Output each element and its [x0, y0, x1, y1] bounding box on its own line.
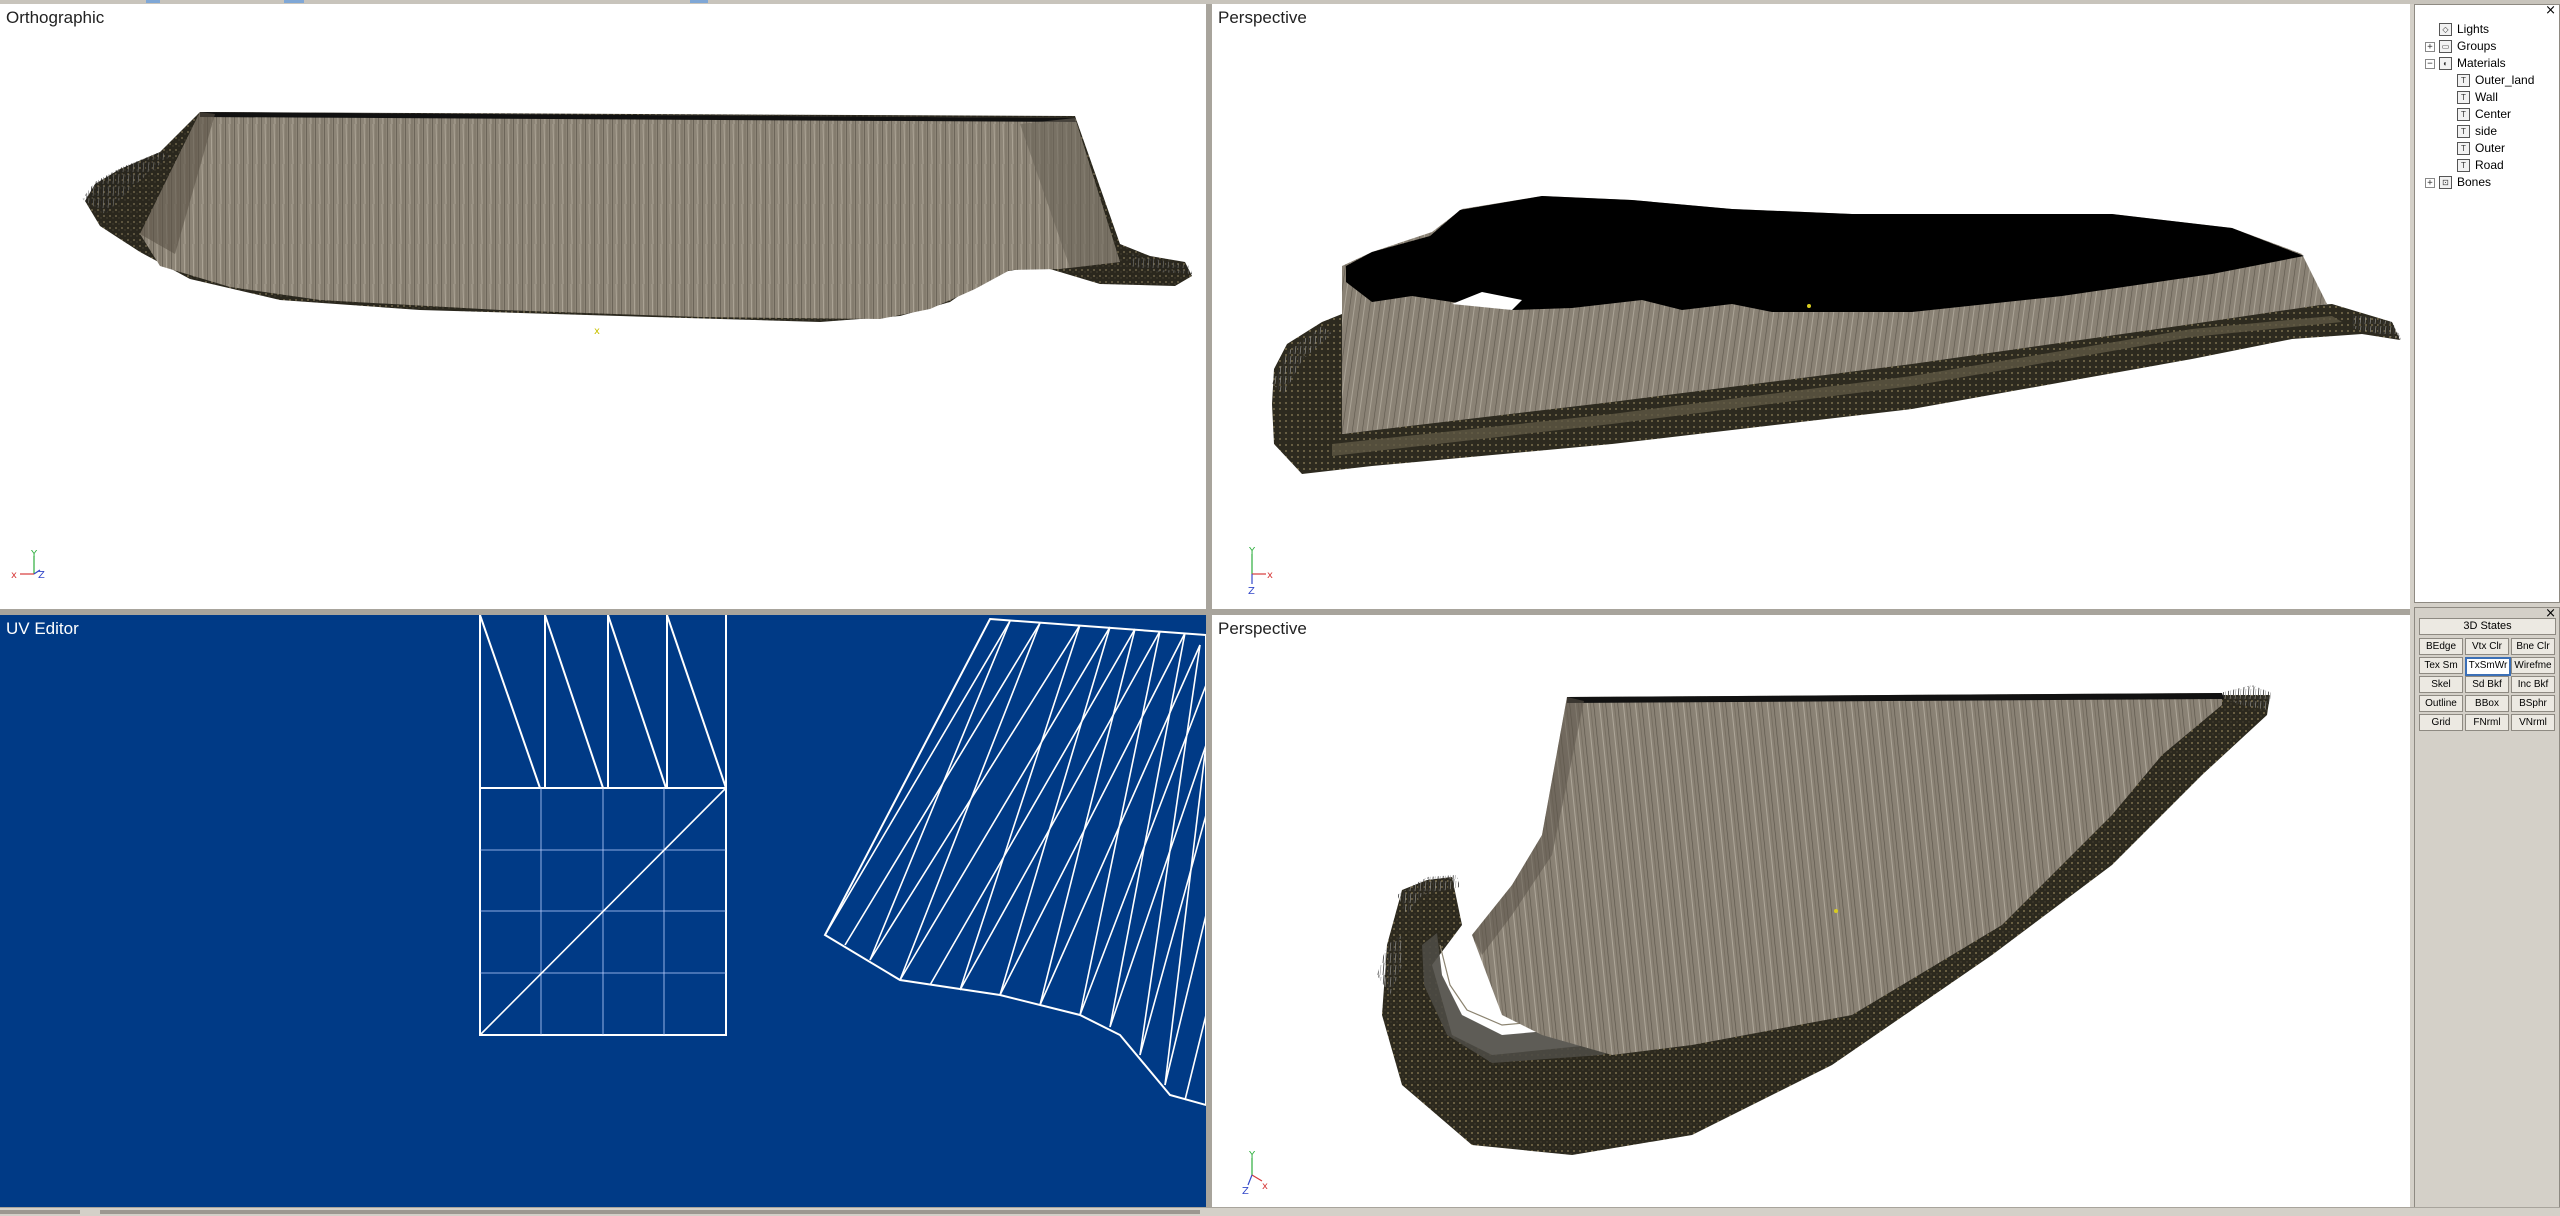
axis-gizmo: Y x Z	[1242, 1150, 1268, 1197]
texture-icon: T	[2457, 142, 2470, 155]
tree-item[interactable]: − ◐ Materials	[2415, 55, 2559, 72]
state-toggle-button[interactable]: Wirefme	[2511, 657, 2555, 674]
state-toggle-button[interactable]: Vtx Clr	[2465, 638, 2509, 655]
tree-item-label: Materials	[2457, 56, 2506, 70]
tree-item[interactable]: T Road	[2415, 157, 2559, 174]
viewport-orthographic[interactable]: Orthographic x Y x Z	[0, 4, 1206, 609]
tree-item-label: side	[2475, 124, 2498, 138]
state-toggle-button[interactable]: Tex Sm	[2419, 657, 2463, 674]
state-toggle-button[interactable]: Bne Clr	[2511, 638, 2555, 655]
texture-icon: T	[2457, 108, 2470, 121]
tree-item[interactable]: Tside	[2415, 123, 2559, 140]
state-toggle-button[interactable]: TxSmWr	[2465, 657, 2511, 676]
svg-text:Y: Y	[1248, 1150, 1256, 1161]
svg-text:x: x	[11, 570, 17, 581]
group-icon: ▭	[2439, 40, 2452, 53]
light-icon: ◇	[2439, 23, 2452, 36]
state-toggle-button[interactable]: BSphr	[2511, 695, 2555, 712]
tree-item[interactable]: T Center	[2415, 106, 2559, 123]
viewport-perspective-bottom[interactable]: Perspective Y x Z	[1212, 615, 2410, 1207]
model-view: Y x Z	[1248, 196, 2402, 597]
status-segment	[0, 1210, 80, 1214]
axis-gizmo: Y x Z	[11, 549, 45, 581]
tree-item[interactable]: T Wall	[2415, 89, 2559, 106]
texture-icon: T	[2457, 159, 2470, 172]
viewport-label: Orthographic	[6, 8, 105, 27]
tree-item[interactable]: + ▭ Groups	[2415, 38, 2559, 55]
states-title[interactable]: 3D States	[2419, 618, 2556, 635]
expand-icon[interactable]: +	[2425, 42, 2435, 52]
states-panel: × 3D States BEdge Vtx Clr Bne Clr Tex Sm TxS…	[2414, 607, 2560, 1209]
scene-tree-panel: × ◇ Lights + ▭ Groups − ◐ Materials T Outer_land T…	[2414, 4, 2560, 603]
toolbar-tab-marker[interactable]	[284, 0, 304, 3]
tree-item-label: Road	[2475, 158, 2504, 172]
svg-text:Y: Y	[30, 549, 38, 560]
tree-item-label: Outer_land	[2475, 73, 2535, 87]
state-toggle-button[interactable]: FNrml	[2465, 714, 2509, 731]
state-toggle-button[interactable]: VNrml	[2511, 714, 2555, 731]
state-toggle-button[interactable]: Inc Bkf	[2511, 676, 2555, 693]
material-icon: ◐	[2439, 57, 2452, 70]
texture-icon: T	[2457, 74, 2470, 87]
axis-gizmo: Y x Z	[1248, 546, 1273, 597]
viewport-label: Perspective	[1218, 619, 1307, 638]
toolbar-tab-marker[interactable]	[690, 0, 708, 3]
tree-item-label: Lights	[2457, 22, 2490, 36]
viewport-label: UV Editor	[6, 619, 79, 638]
state-toggle-button[interactable]: Grid	[2419, 714, 2463, 731]
model-view: Y x Z	[1242, 685, 2272, 1197]
svg-text:Z: Z	[1242, 1186, 1249, 1197]
state-toggle-button[interactable]: Sd Bkf	[2465, 676, 2509, 693]
state-toggle-button[interactable]: BEdge	[2419, 638, 2463, 655]
horizontal-scrollbar[interactable]	[100, 1210, 1200, 1214]
viewport-uv-editor[interactable]: UV Editor	[0, 615, 1206, 1207]
uv-canvas[interactable]	[0, 615, 1206, 1207]
tree-item-label: Center	[2475, 107, 2512, 121]
tree-item-label: Bones	[2457, 175, 2492, 189]
viewport-label: Perspective	[1218, 8, 1307, 27]
tree-item-label: Groups	[2457, 39, 2497, 53]
tree-item[interactable]: + ⊡ Bones	[2415, 174, 2559, 191]
texture-icon: T	[2457, 125, 2470, 138]
svg-text:Z: Z	[1248, 586, 1255, 597]
state-toggle-button[interactable]: BBox	[2465, 695, 2509, 712]
bone-icon: ⊡	[2439, 176, 2452, 189]
state-toggle-button[interactable]: Skel	[2419, 676, 2463, 693]
tree-item[interactable]: T Outer_land	[2415, 72, 2559, 89]
toolbar-tab-marker[interactable]	[146, 0, 160, 3]
tree-item-label: Outer	[2475, 141, 2506, 155]
collapse-icon[interactable]: −	[2425, 59, 2435, 69]
expand-icon[interactable]: +	[2425, 178, 2435, 188]
viewport-perspective-top[interactable]: Perspective Y x Z	[1212, 4, 2410, 609]
tree-item[interactable]: ◇ Lights	[2415, 21, 2559, 38]
svg-text:Y: Y	[1248, 546, 1256, 557]
tree-item-label: Wall	[2475, 90, 2498, 104]
svg-text:x: x	[594, 326, 600, 337]
svg-text:Z: Z	[38, 570, 45, 581]
scene-tree: ◇ Lights + ▭ Groups − ◐ Materials T Outer_land T Wa…	[2415, 21, 2559, 191]
model-view: x Y x Z	[11, 112, 1192, 581]
tree-item[interactable]: T Outer	[2415, 140, 2559, 157]
state-toggle-button[interactable]: Outline	[2419, 695, 2463, 712]
close-icon[interactable]: ×	[2545, 4, 2556, 17]
svg-text:x: x	[1267, 570, 1273, 581]
texture-icon: T	[2457, 91, 2470, 104]
svg-text:x: x	[1262, 1181, 1268, 1192]
